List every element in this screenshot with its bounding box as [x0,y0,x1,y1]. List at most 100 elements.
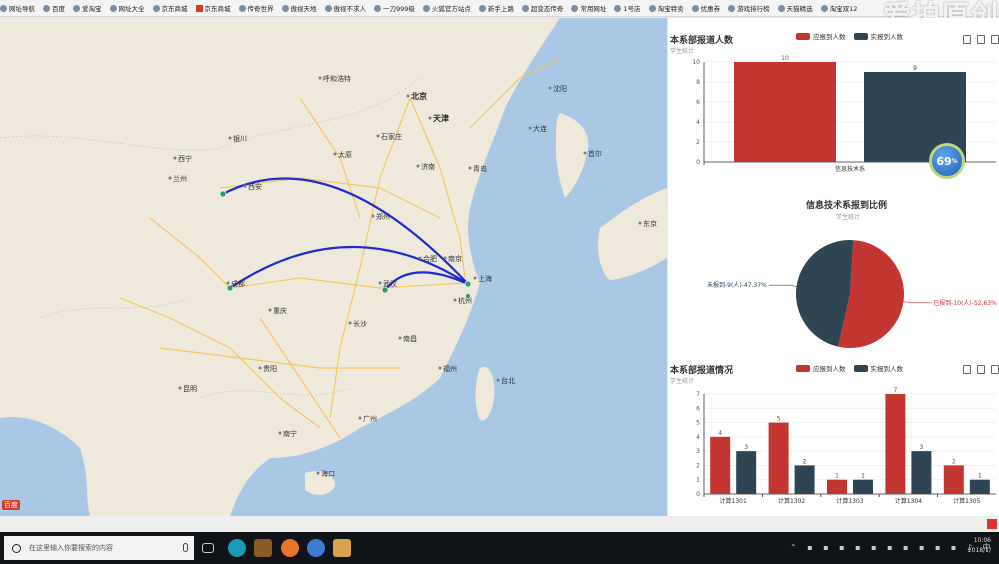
chart3-legend[interactable]: 应报到人数 实报到人数 [788,363,903,373]
map-city-dot [258,366,262,370]
y-tick-label: 3 [696,448,700,455]
bookmark-icon [195,4,203,12]
bookmark-item[interactable]: 百度 [43,3,65,13]
map-city-dot [583,151,587,155]
bookmark-label: 京东商城 [204,5,231,13]
x-tick-label: 信息技术系 [835,165,865,173]
bookmark-item[interactable]: 优惠券 [691,3,720,13]
legend-label: 实报到人数 [870,33,904,41]
y-tick-label: 5 [696,420,700,427]
taskbar: 在这里输入你要搜索的内容 ⌃ ▪ ▪ ▪ ▪ ▪ ▪ ▪ ▪ ▪ ▪ ♪ 中 1… [0,532,999,564]
y-tick-label: 1 [696,477,700,484]
bar [943,465,964,494]
line-switch-icon[interactable] [977,35,985,44]
chart1-title: 本系部报道人数 [670,36,734,46]
bookmark-label: 傲视天地 [290,5,317,13]
data-view-icon[interactable] [963,365,971,374]
map-city-dot [406,94,410,98]
app-icon[interactable] [228,539,246,557]
data-view-icon[interactable] [963,35,971,44]
map-city-dot [228,136,232,140]
bookmark-item[interactable]: 傲视不求人 [324,3,366,13]
bar-value-label: 4 [718,430,722,437]
map-city-label: 成都 [231,279,245,288]
bar-value-label: 3 [744,444,748,451]
legend-label: 应报到人数 [813,33,846,41]
bar [768,422,789,494]
bar-value-label: 3 [919,444,923,451]
bar-value-label: 10 [781,55,789,62]
map-city-dot [443,256,447,260]
progress-badge[interactable]: 69% [929,143,965,179]
bookmark-item[interactable]: 淘宝特卖 [648,3,684,13]
map-city-dot [376,134,380,138]
bar-value-label: 1 [835,473,839,480]
cortana-icon[interactable] [12,543,21,553]
bookmark-item[interactable]: 京东商城 [195,3,231,13]
bookmark-item[interactable]: 网址导航 [0,3,35,13]
bookmark-label: 网址导航 [9,5,35,13]
map-city-dot [358,416,362,420]
line-switch-icon[interactable] [977,365,985,374]
task-view-icon[interactable] [202,543,214,553]
map-city-dot [548,86,552,90]
charts-panel: 本系部报道人数 学生统计 应报到人数 实报到人数 0 2 4 6 8 10 10 9 信息技术系… [668,18,999,516]
legend-swatch [796,364,810,372]
pie-label: 已报到-10(人)-52.63% [933,299,997,307]
bookmark-label: 火狐官方站点 [431,5,471,13]
x-tick-label: 计算1304 [895,497,922,505]
map-city-label: 合肥 [423,254,437,263]
map-city-label: 东京 [643,219,657,228]
bookmark-item[interactable]: 游戏排行榜 [728,3,770,13]
bar-switch-icon[interactable] [991,365,999,374]
bookmark-icon [0,4,7,12]
bookmark-item[interactable]: 一刀999级 [374,3,415,13]
browser-icon[interactable] [307,539,325,557]
status-strip [0,516,999,532]
map-city-label: 杭州 [458,296,472,305]
bar-value-label: 1 [978,473,982,480]
bookmark-icon [374,4,381,12]
y-tick-label: 2 [696,462,700,469]
bookmark-item[interactable]: 传奇世界 [238,3,274,13]
bookmark-label: 百度 [52,5,65,13]
legend-label: 实报到人数 [870,365,904,373]
chart1-legend[interactable]: 应报到人数 实报到人数 [788,31,903,41]
bookmark-label: 京东商城 [161,5,188,13]
bookmark-item[interactable]: 常用网址 [571,3,606,13]
y-tick-label: 8 [696,79,700,86]
bookmark-item[interactable]: 傲视天地 [281,3,317,13]
bar [885,394,906,494]
bookmark-item[interactable]: 1号店 [614,3,641,13]
clock[interactable]: 10:06 2018/1/ [968,536,991,556]
bookmark-item[interactable]: 超变态传奇 [521,3,563,13]
map-city-dot [168,176,172,180]
firefox-icon[interactable] [281,539,299,557]
bookmark-icon [614,4,622,12]
bookmark-icon [478,4,486,12]
bookmark-item[interactable]: 新手上路 [478,3,514,13]
x-tick-label: 计算1301 [720,497,747,505]
bookmark-item[interactable]: 网址大全 [109,3,145,13]
map-view[interactable]: 北京 天津 石家庄 太原 呼和浩特 济南 青岛 郑州 西安 兰州 西宁 银川 成都 重庆 武汉 长沙 南京 上海杭… [0,18,667,516]
y-tick-label: 10 [692,59,700,66]
app-icon[interactable] [254,539,272,557]
bookmark-item[interactable]: 天猫精选 [777,3,813,13]
y-tick-label: 4 [696,119,700,126]
system-tray[interactable]: ⌃ ▪ ▪ ▪ ▪ ▪ ▪ ▪ ▪ ▪ ▪ ♪ 中 [790,542,995,553]
bookmark-item[interactable]: 京东商城 [152,3,188,13]
app-icon[interactable] [333,539,351,557]
bookmark-item[interactable]: 爱淘宝 [73,3,102,13]
bookmark-item[interactable]: 淘宝双12 [820,3,857,13]
taskbar-search[interactable]: 在这里输入你要搜索的内容 [4,536,194,560]
bar-switch-icon[interactable] [991,35,999,44]
microphone-icon[interactable] [183,543,188,552]
chart1-toolbox[interactable] [963,35,999,44]
map-city-label: 首尔 [588,149,602,158]
x-tick-label: 计算1305 [953,497,980,505]
map-city-label: 西安 [248,182,262,191]
bookmark-item[interactable]: 火狐官方站点 [422,3,471,13]
bar [736,451,757,494]
chart3-toolbox[interactable] [963,365,999,374]
map-canvas[interactable]: 北京天津石家庄太原 呼和浩特济南 青岛郑州 西安 兰州 西宁 银川成都重庆 武汉长沙 南京上海杭… [0,18,667,516]
